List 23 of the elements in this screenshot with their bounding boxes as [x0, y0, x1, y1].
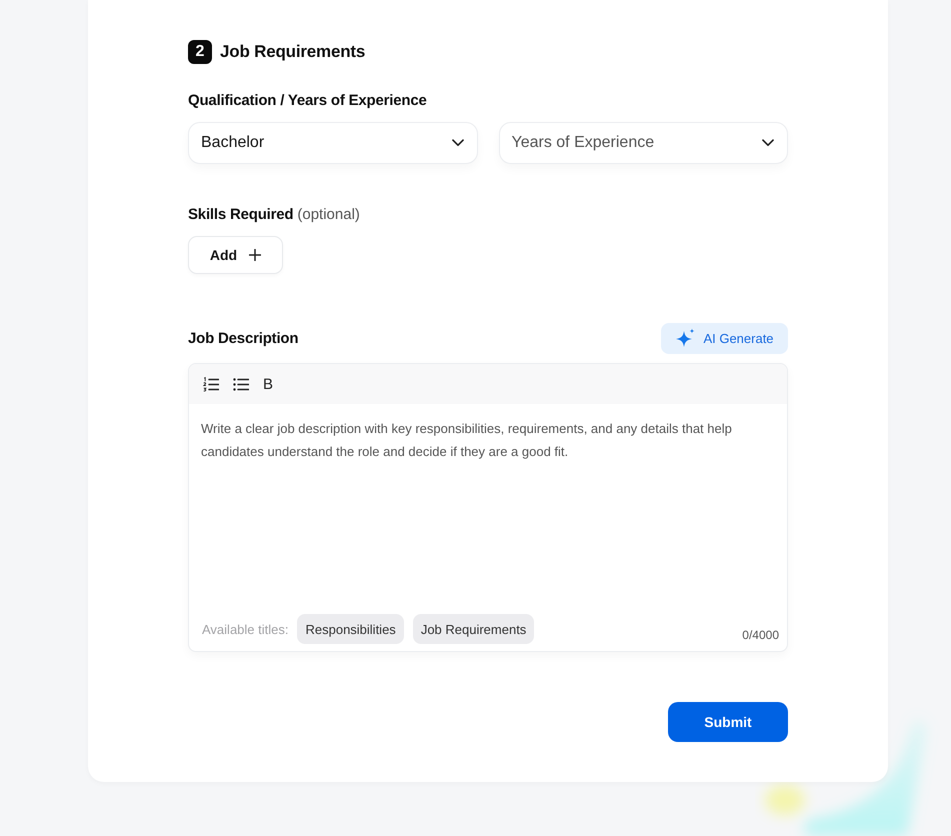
submit-button[interactable]: Submit: [668, 702, 788, 742]
available-titles-label: Available titles:: [202, 622, 288, 636]
sparkle-icon: [675, 328, 696, 349]
ai-generate-button[interactable]: AI Generate: [661, 323, 788, 354]
bullet-list-icon[interactable]: [233, 378, 249, 390]
title-chip[interactable]: Job Requirements: [412, 614, 534, 644]
optional-note: (optional): [297, 205, 360, 225]
qualification-label: Qualification / Years of Experience: [188, 91, 428, 111]
chevron-down-icon: [762, 139, 774, 147]
experience-select[interactable]: Years of Experience: [498, 122, 788, 164]
step-number-badge: 2: [188, 40, 212, 64]
add-skill-button[interactable]: Add: [188, 236, 283, 274]
qualification-select[interactable]: Bachelor: [188, 122, 478, 164]
description-field[interactable]: Write a clear job description with key responsibilities, requirements, and any details that help candidates understand the role and decide if they are a good fit.: [189, 404, 787, 614]
bold-button[interactable]: B: [263, 376, 274, 392]
job-description-label: Job Description: [188, 328, 298, 348]
section-title: Job Requirements: [220, 42, 366, 62]
plus-icon: [249, 249, 262, 261]
numbered-list-icon[interactable]: [203, 376, 219, 392]
chevron-down-icon: [452, 139, 464, 147]
character-counter: 0/4000: [742, 628, 779, 642]
title-chip[interactable]: Responsibilities: [297, 614, 404, 644]
skills-label: Skills Required: [188, 205, 294, 225]
